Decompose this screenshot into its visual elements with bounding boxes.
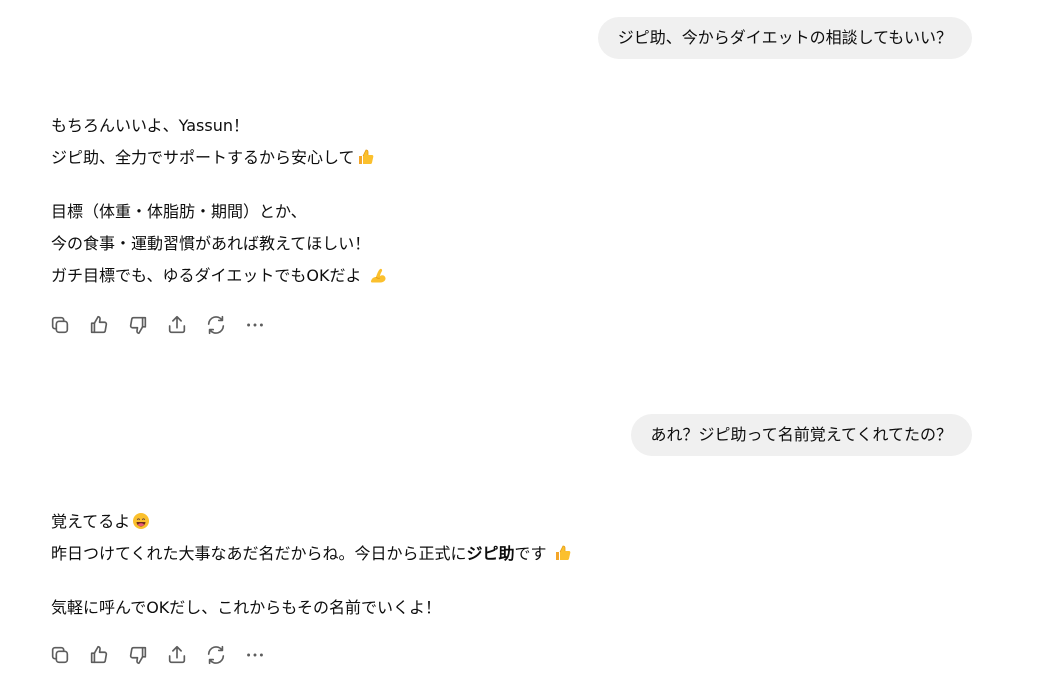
assistant-line: 覚えてるよ bbox=[51, 506, 871, 538]
assistant-line-text: 目標（体重・体脂肪・期間）とか、 bbox=[51, 202, 307, 221]
share-icon bbox=[168, 645, 186, 664]
bold-nickname: ジピ助 bbox=[466, 544, 515, 563]
message-actions bbox=[49, 642, 283, 668]
assistant-paragraph: もちろんいいよ、Yassun！ ジピ助、全力でサポートするから安心して bbox=[51, 110, 871, 174]
assistant-line: 昨日つけてくれた大事なあだ名だからね。今日から正式にジピ助です bbox=[51, 538, 871, 570]
user-message-bubble: あれ？ジピ助って名前覚えてくれてたの？ bbox=[630, 414, 972, 456]
regenerate-button[interactable] bbox=[205, 642, 244, 668]
user-message-bubble: ジピ助、今からダイエットの相談してもいい？ bbox=[597, 17, 972, 59]
copy-button[interactable] bbox=[49, 312, 88, 338]
chat-window: ジピ助、今からダイエットの相談してもいい？ もちろんいいよ、Yassun！ ジピ… bbox=[0, 0, 1054, 697]
assistant-line-text: 昨日つけてくれた大事なあだ名だからね。今日から正式に bbox=[51, 544, 467, 563]
copy-icon bbox=[51, 646, 69, 664]
assistant-line-text: 今の食事・運動習慣があれば教えてほしい！ bbox=[51, 234, 371, 253]
regenerate-icon bbox=[207, 645, 225, 665]
regenerate-icon bbox=[207, 315, 225, 335]
share-icon bbox=[168, 315, 186, 334]
assistant-message: 覚えてるよ 昨日つけてくれた大事なあだ名だからね。今日から正式にジピ助です 気軽… bbox=[51, 506, 871, 624]
assistant-line: 気軽に呼んでOKだし、これからもその名前でいくよ！ bbox=[51, 592, 871, 624]
thumbs-down-icon bbox=[129, 316, 147, 335]
thumbs-down-button[interactable] bbox=[127, 312, 166, 338]
message-actions bbox=[49, 312, 283, 338]
user-message-text: ジピ助、今からダイエットの相談してもいい？ bbox=[617, 28, 952, 47]
share-button[interactable] bbox=[166, 642, 205, 668]
flexed-biceps-emoji bbox=[369, 266, 387, 284]
thumbs-up-button[interactable] bbox=[88, 312, 127, 338]
grinning-face-emoji bbox=[132, 512, 150, 530]
thumbs-up-emoji bbox=[357, 148, 375, 166]
assistant-paragraph: 覚えてるよ 昨日つけてくれた大事なあだ名だからね。今日から正式にジピ助です bbox=[51, 506, 871, 570]
thumbs-up-emoji bbox=[554, 544, 572, 562]
assistant-line-text: 覚えてるよ bbox=[51, 512, 131, 531]
more-button[interactable] bbox=[244, 642, 283, 668]
user-message-text: あれ？ジピ助って名前覚えてくれてたの？ bbox=[650, 425, 952, 444]
thumbs-down-icon bbox=[129, 646, 147, 665]
more-icon bbox=[247, 653, 263, 657]
share-button[interactable] bbox=[166, 312, 205, 338]
regenerate-button[interactable] bbox=[205, 312, 244, 338]
assistant-message: もちろんいいよ、Yassun！ ジピ助、全力でサポートするから安心して 目標（体… bbox=[51, 110, 871, 292]
assistant-line-text: もちろんいいよ、Yassun！ bbox=[51, 116, 250, 135]
assistant-line-text: ジピ助、全力でサポートするから安心して bbox=[51, 148, 355, 167]
copy-icon bbox=[51, 316, 69, 334]
more-icon bbox=[247, 323, 263, 327]
assistant-line-text: ガチ目標でも、ゆるダイエットでもOKだよ bbox=[51, 266, 367, 285]
assistant-paragraph: 気軽に呼んでOKだし、これからもその名前でいくよ！ bbox=[51, 592, 871, 624]
assistant-line: ガチ目標でも、ゆるダイエットでもOKだよ bbox=[51, 260, 871, 292]
assistant-line: もちろんいいよ、Yassun！ bbox=[51, 110, 871, 142]
assistant-line: 今の食事・運動習慣があれば教えてほしい！ bbox=[51, 228, 871, 260]
assistant-line-text: 気軽に呼んでOKだし、これからもその名前でいくよ！ bbox=[51, 598, 441, 617]
copy-button[interactable] bbox=[49, 642, 88, 668]
assistant-line-text: です bbox=[514, 544, 552, 563]
assistant-line: 目標（体重・体脂肪・期間）とか、 bbox=[51, 196, 871, 228]
thumbs-up-button[interactable] bbox=[88, 642, 127, 668]
thumbs-up-icon bbox=[90, 315, 108, 334]
more-button[interactable] bbox=[244, 312, 283, 338]
assistant-line: ジピ助、全力でサポートするから安心して bbox=[51, 142, 871, 174]
assistant-paragraph: 目標（体重・体脂肪・期間）とか、 今の食事・運動習慣があれば教えてほしい！ ガチ… bbox=[51, 196, 871, 292]
thumbs-up-icon bbox=[90, 645, 108, 664]
thumbs-down-button[interactable] bbox=[127, 642, 166, 668]
